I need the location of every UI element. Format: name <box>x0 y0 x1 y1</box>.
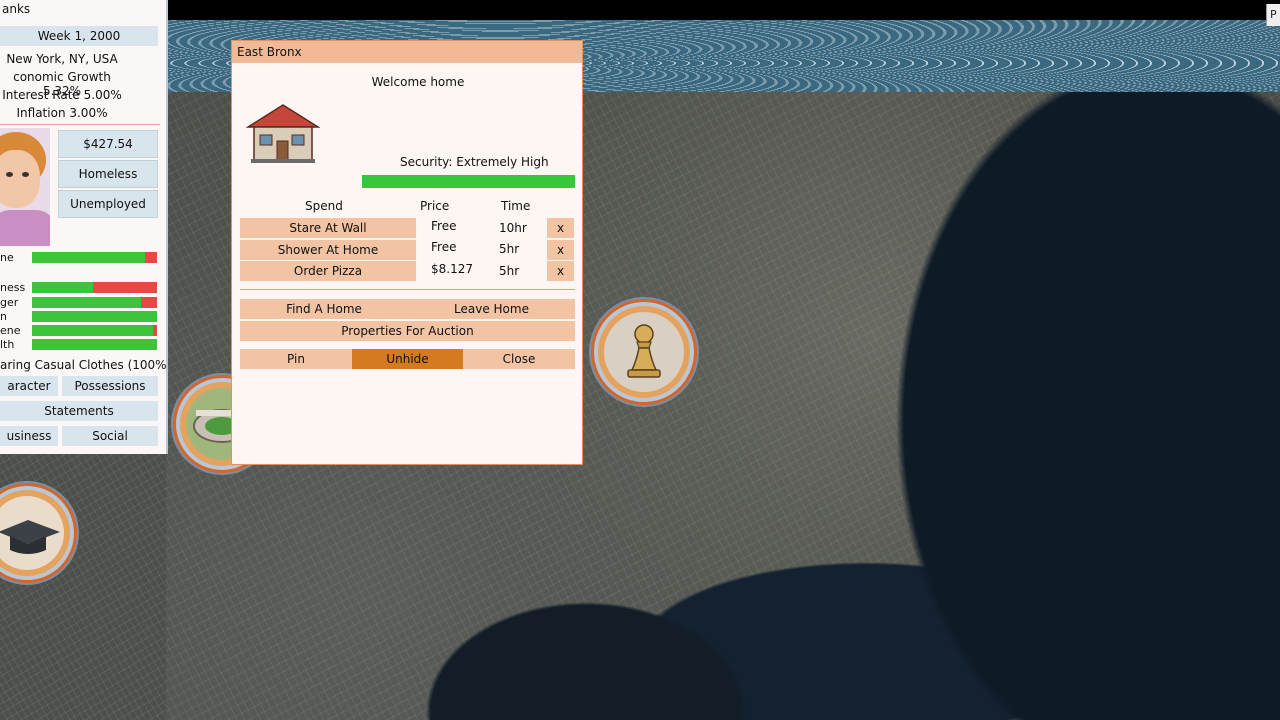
price-header: Price <box>420 199 450 213</box>
inflation-label: Inflation 3.00% <box>16 106 108 120</box>
remove-action-button[interactable]: x <box>547 240 574 260</box>
stat-label: lth <box>0 338 15 351</box>
security-label: Security: Extremely High <box>400 155 549 169</box>
stat-row: n <box>0 310 160 323</box>
stat-bar <box>32 252 157 263</box>
remove-action-button[interactable]: x <box>547 261 574 281</box>
character-button[interactable]: aracter <box>0 376 58 396</box>
stat-row: ness <box>0 281 160 294</box>
top-bar <box>0 0 1280 20</box>
statements-button[interactable]: Statements <box>0 401 158 421</box>
possessions-button[interactable]: Possessions <box>62 376 158 396</box>
dialog-title[interactable]: East Bronx <box>232 41 582 63</box>
spend-header: Spend <box>305 199 343 213</box>
graduation-cap-icon <box>0 520 60 554</box>
stat-label: ne <box>0 251 14 264</box>
pin-button[interactable]: Pin <box>240 349 352 369</box>
stat-row: lth <box>0 338 160 351</box>
education-marker[interactable] <box>0 486 74 580</box>
action-time: 5hr <box>499 242 520 256</box>
clothing-label: aring Casual Clothes (100%) <box>0 358 168 372</box>
stat-label: ness <box>0 281 26 294</box>
player-name: anks <box>2 2 31 16</box>
welcome-text: Welcome home <box>371 75 465 89</box>
week-label: Week 1, 2000 <box>0 26 158 46</box>
player-pawn-marker[interactable] <box>594 302 694 402</box>
stat-bar <box>32 325 157 336</box>
stat-bar <box>32 282 157 293</box>
close-button[interactable]: Close <box>463 349 575 369</box>
remove-action-button[interactable]: x <box>547 218 574 238</box>
action-button[interactable]: Shower At Home <box>240 240 416 260</box>
interest-rate-label: Interest Rate 5.00% <box>2 88 122 102</box>
action-button[interactable]: Stare At Wall <box>240 218 416 238</box>
stat-row: ger <box>0 296 160 309</box>
pawn-icon <box>627 324 661 378</box>
money-button[interactable]: $427.54 <box>58 130 158 158</box>
find-home-button[interactable]: Find A Home <box>240 299 408 319</box>
social-button[interactable]: Social <box>62 426 158 446</box>
leave-home-button[interactable]: Leave Home <box>408 299 575 319</box>
properties-auction-button[interactable]: Properties For Auction <box>240 321 575 341</box>
action-time: 5hr <box>499 264 520 278</box>
action-price: Free <box>431 219 457 233</box>
security-bar <box>362 175 575 188</box>
stat-label: ger <box>0 296 19 309</box>
action-time: 10hr <box>499 221 527 235</box>
stat-row: ne <box>0 251 160 264</box>
unhide-button[interactable]: Unhide <box>352 349 463 369</box>
stat-label: ene <box>0 324 21 337</box>
top-right-tab[interactable]: P <box>1266 4 1280 26</box>
housing-button[interactable]: Homeless <box>58 160 158 188</box>
location-dialog: East Bronx Welcome home Security: Extrem… <box>231 40 583 465</box>
stats-panel: anks Week 1, 2000 New York, NY, USA cono… <box>0 0 168 454</box>
stat-row: ene <box>0 324 160 337</box>
action-price: Free <box>431 240 457 254</box>
divider <box>0 124 160 125</box>
location-label: New York, NY, USA <box>6 52 118 66</box>
action-button[interactable]: Order Pizza <box>240 261 416 281</box>
business-button[interactable]: usiness <box>0 426 58 446</box>
avatar[interactable] <box>0 128 50 246</box>
stat-bar <box>32 311 157 322</box>
action-price: $8.127 <box>431 262 473 276</box>
stat-bar <box>32 339 157 350</box>
job-button[interactable]: Unemployed <box>58 190 158 218</box>
time-header: Time <box>501 199 531 213</box>
house-icon <box>246 104 320 163</box>
stat-bar <box>32 297 157 308</box>
divider <box>240 289 575 290</box>
stat-label: n <box>0 310 7 323</box>
